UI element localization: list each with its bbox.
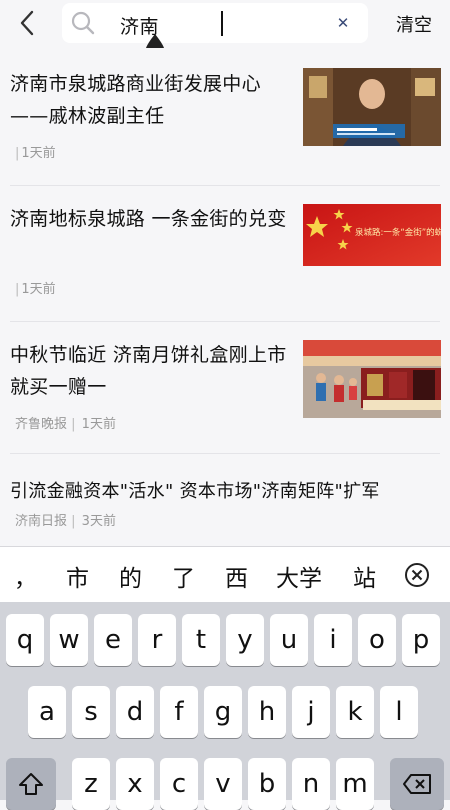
key[interactable]: m [336, 758, 374, 810]
news-thumbnail [303, 68, 441, 146]
close-icon[interactable]: ✕ [332, 12, 354, 34]
key[interactable]: g [204, 686, 242, 738]
keyboard: q w e r t y u i o p a s d f g h j k l z … [0, 602, 450, 810]
key[interactable]: b [248, 758, 286, 810]
key[interactable]: q [6, 614, 44, 666]
backspace-key[interactable] [390, 758, 444, 810]
candidate-item[interactable]: 市 [66, 559, 89, 593]
key[interactable]: a [28, 686, 66, 738]
search-results-list: 济南市泉城路商业街发展中心——戚林波副主任 | 1天前 济南地标泉城路 一条金街的… [0, 48, 450, 544]
news-time: 3天前 [81, 514, 116, 529]
back-button[interactable] [12, 8, 42, 38]
news-thumbnail: 泉城路:一条“金街”的蜕变 [303, 204, 441, 266]
key[interactable]: f [160, 686, 198, 738]
key[interactable]: h [248, 686, 286, 738]
news-title: 济南市泉城路商业街发展中心——戚林波副主任 [10, 73, 261, 127]
candidate-bar: ， 市 的 了 西 大学 站 [0, 546, 450, 603]
news-time: 1天前 [21, 282, 56, 297]
candidate-item[interactable]: ， [14, 559, 37, 593]
news-title: 济南地标泉城路 一条金街的兑变 [10, 208, 287, 230]
search-icon [71, 11, 95, 35]
news-source: 济南日报 [15, 514, 68, 529]
key[interactable]: i [314, 614, 352, 666]
news-title: 引流金融资本"活水" 资本市场"济南矩阵"扩军 [10, 481, 380, 502]
list-item[interactable]: 济南地标泉城路 一条金街的兑变 |1天前 泉城路:一条“金街”的蜕变 [0, 186, 450, 322]
key[interactable]: t [182, 614, 220, 666]
candidate-item[interactable]: 的 [119, 559, 142, 593]
key[interactable]: c [160, 758, 198, 810]
news-source: 齐鲁晚报 [15, 417, 68, 432]
news-time: 1天前 [21, 146, 56, 161]
search-input[interactable]: 济南 ✕ [62, 3, 368, 43]
shift-icon [19, 773, 43, 795]
key[interactable]: z [72, 758, 110, 810]
candidate-item[interactable]: 西 [225, 559, 248, 593]
search-header: 济南 ✕ 清空 [0, 0, 450, 62]
thumbnail-caption: 泉城路:一条“金街”的蜕变 [355, 227, 441, 238]
key[interactable]: x [116, 758, 154, 810]
key[interactable]: o [358, 614, 396, 666]
key[interactable]: e [94, 614, 132, 666]
news-meta: 齐鲁晚报 | 1天前 [15, 417, 116, 432]
key[interactable]: w [50, 614, 88, 666]
news-thumbnail [303, 340, 441, 418]
candidate-item[interactable]: 站 [353, 559, 376, 593]
news-title: 中秋节临近 济南月饼礼盒刚上市就买一赠一 [10, 344, 287, 398]
key[interactable]: n [292, 758, 330, 810]
candidate-item[interactable]: 了 [172, 559, 195, 593]
key[interactable]: d [116, 686, 154, 738]
key[interactable]: j [292, 686, 330, 738]
key[interactable]: r [138, 614, 176, 666]
key[interactable]: p [402, 614, 440, 666]
chevron-left-icon [20, 10, 34, 36]
key[interactable]: l [380, 686, 418, 738]
shift-key[interactable] [6, 758, 56, 810]
key[interactable]: v [204, 758, 242, 810]
key[interactable]: u [270, 614, 308, 666]
key[interactable]: s [72, 686, 110, 738]
news-meta: | 1天前 [15, 282, 56, 297]
list-item[interactable]: 济南市泉城路商业街发展中心——戚林波副主任 | 1天前 [0, 48, 450, 186]
circle-x-icon[interactable] [403, 561, 431, 589]
list-item[interactable]: 中秋节临近 济南月饼礼盒刚上市就买一赠一 齐鲁晚报 | 1天前 [0, 322, 450, 454]
candidate-item[interactable]: 大学 [276, 559, 322, 593]
news-meta: | 1天前 [15, 146, 56, 161]
news-meta: 济南日报 | 3天前 [15, 514, 116, 529]
news-time: 1天前 [81, 417, 116, 432]
backspace-icon [403, 774, 431, 794]
list-item[interactable]: 引流金融资本"活水" 资本市场"济南矩阵"扩军 济南日报 | 3天前 [0, 454, 450, 544]
clear-button[interactable]: 清空 [396, 11, 432, 37]
text-caret [221, 11, 223, 36]
key[interactable]: y [226, 614, 264, 666]
key[interactable]: k [336, 686, 374, 738]
